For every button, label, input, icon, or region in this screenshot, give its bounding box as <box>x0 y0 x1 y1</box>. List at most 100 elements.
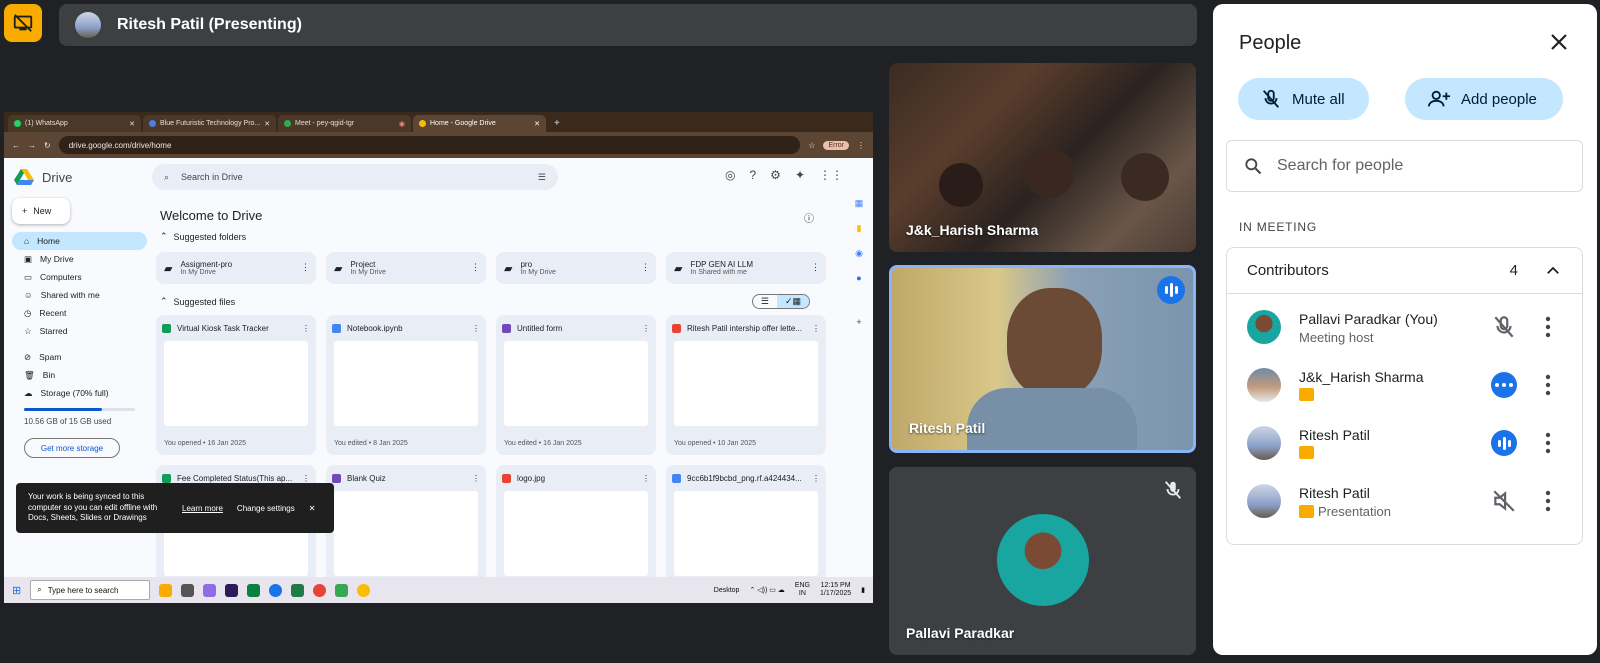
grid-view-icon[interactable]: ✓▦ <box>776 295 809 308</box>
video-tile-harish[interactable]: J&k_Harish Sharma <box>889 63 1196 252</box>
browser-tab[interactable]: Meet - pey-qgid-tgr ◉ <box>278 115 411 132</box>
suggested-folders-heading[interactable]: ⌃ Suggested folders <box>160 231 838 242</box>
browser-tab[interactable]: (1) WhatsApp ✕ <box>8 115 141 132</box>
more-options-icon[interactable] <box>1545 316 1551 338</box>
keep-icon[interactable]: ▮ <box>857 223 862 234</box>
get-storage-button[interactable]: Get more storage <box>24 438 120 458</box>
mute-all-button[interactable]: Mute all <box>1238 78 1369 120</box>
video-tile-ritesh[interactable]: Ritesh Patil <box>889 265 1196 453</box>
close-icon[interactable] <box>1547 30 1571 54</box>
help-icon[interactable]: ? <box>749 168 756 182</box>
back-icon[interactable]: ← <box>12 141 20 150</box>
more-options-icon[interactable]: ⋮ <box>811 262 820 273</box>
app-icon[interactable] <box>335 583 349 597</box>
gear-icon[interactable]: ⚙ <box>770 168 781 182</box>
chevron-up-icon[interactable] <box>1544 262 1562 280</box>
file-card[interactable]: Untitled form ⋮ You edited • 16 Jan 2025 <box>496 315 656 455</box>
tasks-icon[interactable]: ◉ <box>855 248 863 259</box>
tray-icons[interactable]: ⌃ ◁)) ▭ ☁ <box>749 586 784 594</box>
sidebar-item-storage[interactable]: ☁ Storage (70% full) <box>12 384 147 402</box>
file-card[interactable]: Ritesh Patil intership offer lette... ⋮ Yo… <box>666 315 826 455</box>
star-icon[interactable]: ☆ <box>808 141 815 150</box>
forward-icon[interactable]: → <box>28 141 36 150</box>
close-icon[interactable]: ✕ <box>129 120 135 128</box>
more-options-icon[interactable] <box>1545 374 1551 396</box>
close-icon[interactable]: ✕ <box>534 120 540 128</box>
notification-icon[interactable]: ▮ <box>861 586 865 594</box>
more-options-icon[interactable] <box>1545 432 1551 454</box>
sidebar-item-home[interactable]: ⌂ Home <box>12 232 147 250</box>
close-icon[interactable]: ✕ <box>264 120 270 128</box>
more-options-icon[interactable]: ⋮ <box>642 324 650 333</box>
add-people-button[interactable]: Add people <box>1405 78 1563 120</box>
premiere-icon[interactable] <box>225 583 239 597</box>
more-options-icon[interactable]: ⋮ <box>642 474 650 483</box>
apps-icon[interactable]: ⋮⋮ <box>819 168 843 182</box>
sidebar-item-shared[interactable]: ☺ Shared with me <box>12 286 147 304</box>
file-card[interactable]: Virtual Kiosk Task Tracker ⋮ You opened • … <box>156 315 316 455</box>
browser-tab-active[interactable]: Home - Google Drive ✕ <box>413 115 546 132</box>
sidebar-item-recent[interactable]: ◷ Recent <box>12 304 147 322</box>
error-chip[interactable]: Error <box>823 140 849 150</box>
widgets-icon[interactable] <box>159 583 173 597</box>
edge-icon[interactable] <box>269 583 283 597</box>
offline-icon[interactable]: ◎ <box>725 168 735 182</box>
volume-off-icon[interactable] <box>1491 488 1517 514</box>
menu-icon[interactable]: ⋮ <box>857 141 865 150</box>
mic-off-icon[interactable] <box>1491 314 1517 340</box>
more-options-icon[interactable]: ⋮ <box>302 474 310 483</box>
more-options-icon[interactable] <box>1545 490 1551 512</box>
participant-row[interactable]: J&k_Harish Sharma <box>1227 360 1584 418</box>
learn-more-link[interactable]: Learn more <box>182 504 223 513</box>
suggested-files-heading[interactable]: ⌃ Suggested files ☰ ✓▦ <box>160 294 838 309</box>
file-card[interactable]: Notebook.ipynb ⋮ You edited • 8 Jan 2025 <box>326 315 486 455</box>
participant-row[interactable]: Pallavi Paradkar (You) Meeting host <box>1227 302 1584 360</box>
calendar-icon[interactable]: ▦ <box>855 198 864 209</box>
search-people-input[interactable]: Search for people <box>1226 140 1583 192</box>
list-view-icon[interactable]: ☰ <box>753 295 777 308</box>
info-icon[interactable]: ⓘ <box>804 210 814 225</box>
more-options-icon[interactable]: ⋮ <box>302 324 310 333</box>
video-tile-pallavi[interactable]: Pallavi Paradkar <box>889 467 1196 655</box>
contacts-icon[interactable]: ● <box>856 273 861 283</box>
view-toggle[interactable]: ☰ ✓▦ <box>751 294 810 309</box>
sidebar-item-starred[interactable]: ☆ Starred <box>12 322 147 340</box>
app-icon[interactable] <box>247 583 261 597</box>
participant-row[interactable]: Ritesh Patil Presentation <box>1227 476 1584 534</box>
sidebar-item-spam[interactable]: ⊘ Spam <box>12 348 147 366</box>
plus-icon[interactable]: + <box>856 317 861 327</box>
more-options-icon[interactable]: ⋮ <box>301 262 310 273</box>
presentation-icon[interactable] <box>4 4 42 42</box>
more-options-icon[interactable]: ⋮ <box>812 324 820 333</box>
chrome-icon[interactable] <box>313 583 327 597</box>
change-settings-link[interactable]: Change settings <box>237 504 295 513</box>
contributors-header[interactable]: Contributors 4 <box>1227 248 1582 294</box>
gemini-icon[interactable]: ✦ <box>795 168 805 182</box>
clock[interactable]: 12:15 PM 1/17/2025 <box>820 582 851 599</box>
chrome-icon[interactable] <box>357 583 371 597</box>
copilot-icon[interactable] <box>203 583 217 597</box>
sidebar-item-computers[interactable]: ▭ Computers <box>12 268 147 286</box>
more-options-icon[interactable]: ⋮ <box>471 262 480 273</box>
windows-start-icon[interactable]: ⊞ <box>12 584 21 597</box>
more-options-icon[interactable]: ⋮ <box>812 474 820 483</box>
filter-icon[interactable]: ☰ <box>538 172 546 183</box>
sidebar-item-my-drive[interactable]: ▣ My Drive <box>12 250 147 268</box>
taskbar-search[interactable]: ⌕ Type here to search <box>30 580 151 600</box>
new-button[interactable]: + New <box>12 198 70 224</box>
browser-tab[interactable]: Blue Futuristic Technology Pro... ✕ <box>143 115 276 132</box>
task-view-icon[interactable] <box>181 583 195 597</box>
sidebar-item-bin[interactable]: 🗑 Bin <box>12 366 147 384</box>
folder-card[interactable]: ▰ Project In My Drive ⋮ <box>326 252 486 284</box>
excel-icon[interactable] <box>291 583 305 597</box>
drive-search-input[interactable]: ⌕ Search in Drive ☰ <box>152 164 558 190</box>
new-tab-icon[interactable]: + <box>554 118 560 129</box>
close-icon[interactable]: ◉ <box>399 120 405 128</box>
participant-row[interactable]: Ritesh Patil <box>1227 418 1584 476</box>
more-options-icon[interactable]: ⋮ <box>641 262 650 273</box>
close-icon[interactable]: ✕ <box>309 504 316 513</box>
desktop-label[interactable]: Desktop <box>714 587 740 594</box>
folder-card[interactable]: ▰ pro In My Drive ⋮ <box>496 252 656 284</box>
language-indicator[interactable]: ENG IN <box>795 582 810 599</box>
reload-icon[interactable]: ↻ <box>44 141 51 150</box>
